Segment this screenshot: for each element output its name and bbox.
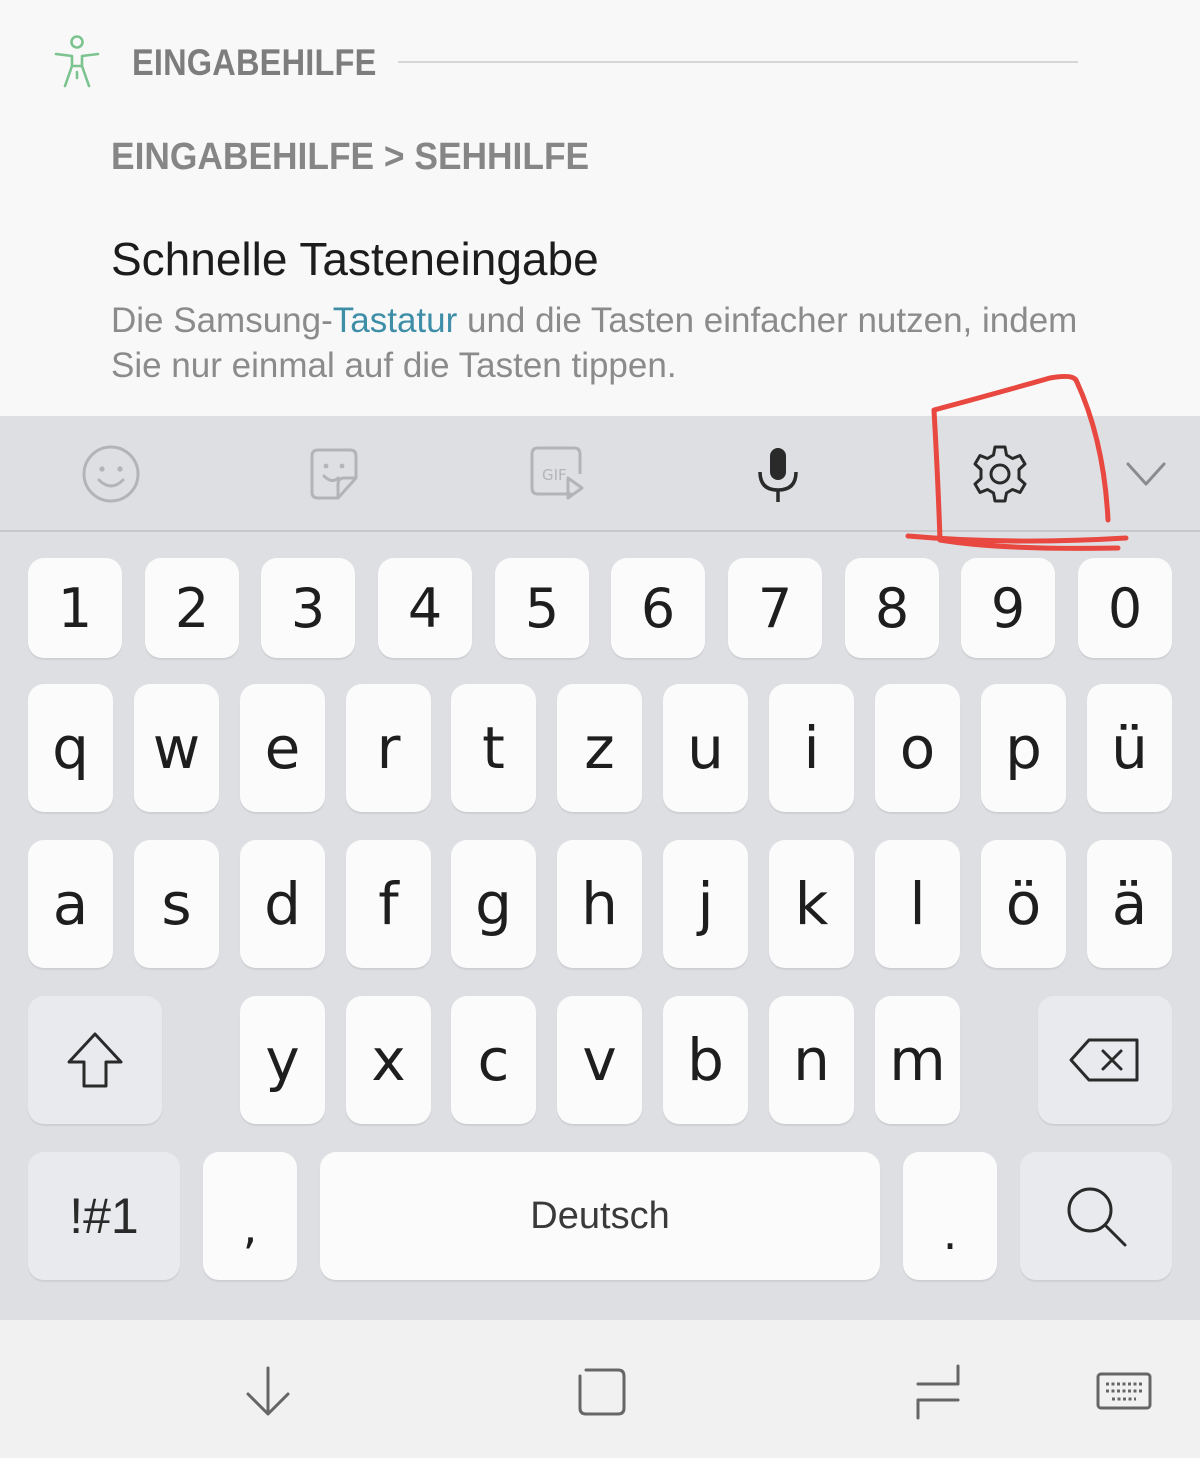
key-letter[interactable]: q xyxy=(28,684,113,812)
key-letter[interactable]: i xyxy=(769,684,854,812)
section-header: EINGABEHILFE xyxy=(52,34,1092,94)
key-letter[interactable]: ü xyxy=(1087,684,1172,812)
result-description: Die Samsung-Tastatur und die Tasten einf… xyxy=(111,298,1111,388)
desc-text-start: Die Samsung- xyxy=(111,301,333,340)
key-num[interactable]: 6 xyxy=(611,558,705,658)
key-letter[interactable]: t xyxy=(451,684,536,812)
section-title: EINGABEHILFE xyxy=(132,42,377,83)
result-title[interactable]: Schnelle Tasteneingabe xyxy=(111,232,599,286)
key-num[interactable]: 9 xyxy=(961,558,1055,658)
gif-label: GIF xyxy=(542,466,567,484)
key-letter[interactable]: o xyxy=(875,684,960,812)
key-letter[interactable]: y xyxy=(240,996,325,1124)
key-letter[interactable]: f xyxy=(346,840,431,968)
shift-arrow-icon xyxy=(67,1032,123,1088)
backspace-icon xyxy=(1069,1038,1139,1082)
comma-key[interactable]: , xyxy=(203,1152,297,1280)
search-icon xyxy=(1067,1187,1127,1247)
shift-key[interactable] xyxy=(28,996,162,1124)
key-letter[interactable]: z xyxy=(557,684,642,812)
search-results: EINGABEHILFE EINGABEHILFE > SEHHILFE Sch… xyxy=(0,0,1200,416)
accessibility-icon xyxy=(54,35,100,88)
key-letter[interactable]: v xyxy=(557,996,642,1124)
keyboard-toolbar: GIF xyxy=(0,416,1200,532)
key-letter[interactable]: c xyxy=(451,996,536,1124)
key-letter[interactable]: b xyxy=(663,996,748,1124)
key-num[interactable]: 7 xyxy=(728,558,822,658)
key-letter[interactable]: s xyxy=(134,840,219,968)
key-letter[interactable]: ä xyxy=(1087,840,1172,968)
key-letter[interactable]: ö xyxy=(981,840,1066,968)
home-icon[interactable] xyxy=(570,1360,634,1424)
key-num[interactable]: 5 xyxy=(495,558,589,658)
keyboard-switch-icon[interactable] xyxy=(1092,1360,1156,1424)
emoji-icon[interactable] xyxy=(75,438,147,510)
key-num[interactable]: 2 xyxy=(145,558,239,658)
gif-icon[interactable]: GIF xyxy=(520,438,592,510)
key-letter[interactable]: a xyxy=(28,840,113,968)
search-key[interactable] xyxy=(1020,1152,1172,1280)
symbols-key[interactable]: !#1 xyxy=(28,1152,180,1280)
hide-keyboard-icon[interactable] xyxy=(236,1360,300,1424)
key-letter[interactable]: j xyxy=(663,840,748,968)
samsung-keyboard: GIF 1 2 3 4 5 6 7 8 9 0 q w e r t z u i … xyxy=(0,416,1200,1320)
key-num[interactable]: 4 xyxy=(378,558,472,658)
key-num[interactable]: 1 xyxy=(28,558,122,658)
key-letter[interactable]: m xyxy=(875,996,960,1124)
backspace-key[interactable] xyxy=(1038,996,1172,1124)
key-letter[interactable]: k xyxy=(769,840,854,968)
key-letter[interactable]: d xyxy=(240,840,325,968)
key-num[interactable]: 3 xyxy=(261,558,355,658)
microphone-icon[interactable] xyxy=(742,438,814,510)
key-letter[interactable]: r xyxy=(346,684,431,812)
key-num[interactable]: 8 xyxy=(845,558,939,658)
sticker-icon[interactable] xyxy=(298,438,370,510)
key-letter[interactable]: n xyxy=(769,996,854,1124)
desc-highlight: Tastatur xyxy=(332,301,458,340)
settings-gear-icon[interactable] xyxy=(964,438,1036,510)
key-letter[interactable]: x xyxy=(346,996,431,1124)
breadcrumb: EINGABEHILFE > SEHHILFE xyxy=(111,136,590,178)
key-letter[interactable]: e xyxy=(240,684,325,812)
key-letter[interactable]: p xyxy=(981,684,1066,812)
chevron-down-icon[interactable] xyxy=(1110,438,1182,510)
navigation-bar xyxy=(0,1320,1200,1458)
key-num[interactable]: 0 xyxy=(1078,558,1172,658)
space-key[interactable]: Deutsch xyxy=(320,1152,880,1280)
key-letter[interactable]: u xyxy=(663,684,748,812)
period-key[interactable]: . xyxy=(903,1152,997,1280)
section-divider xyxy=(398,61,1078,63)
key-letter[interactable]: l xyxy=(875,840,960,968)
key-letter[interactable]: g xyxy=(451,840,536,968)
key-letter[interactable]: w xyxy=(134,684,219,812)
key-letter[interactable]: h xyxy=(557,840,642,968)
recents-icon[interactable] xyxy=(906,1360,970,1424)
